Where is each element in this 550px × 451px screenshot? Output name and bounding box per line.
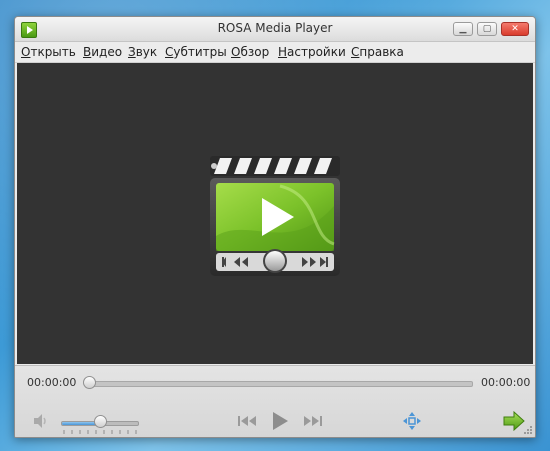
menu-subtitles[interactable]: Субтитры	[165, 45, 227, 59]
minimize-button[interactable]: ▁	[453, 22, 473, 36]
menu-settings[interactable]: Настройки	[278, 45, 346, 59]
maximize-icon: ▢	[482, 24, 492, 34]
fullscreen-icon[interactable]	[403, 412, 421, 430]
menu-audio[interactable]: Звук	[128, 45, 157, 59]
seek-handle[interactable]	[83, 376, 96, 389]
minimize-icon: ▁	[459, 24, 467, 34]
close-button[interactable]: ✕	[501, 22, 529, 36]
volume-ticks	[63, 430, 137, 434]
resize-grip-icon[interactable]	[521, 423, 533, 435]
rewind-icon[interactable]	[237, 414, 257, 428]
control-panel: 00:00:00 00:00:00	[15, 365, 535, 437]
seek-bar[interactable]	[87, 381, 473, 387]
fast-forward-icon[interactable]	[303, 414, 323, 428]
menu-help[interactable]: Справка	[351, 45, 404, 59]
media-player-window: ROSA Media Player ▁ ▢ ✕ Открыть Видео Зв…	[14, 16, 536, 438]
menu-video[interactable]: Видео	[83, 45, 122, 59]
menu-open[interactable]: Открыть	[21, 45, 76, 59]
clapperboard-logo-icon	[210, 156, 340, 276]
title-bar[interactable]: ROSA Media Player ▁ ▢ ✕	[15, 17, 535, 42]
speaker-icon[interactable]	[31, 412, 49, 430]
menu-browse[interactable]: Обзор	[231, 45, 269, 59]
total-time: 00:00:00	[481, 376, 531, 389]
close-icon: ✕	[511, 24, 519, 34]
menu-bar: Открыть Видео Звук Субтитры Обзор Настро…	[15, 42, 535, 63]
maximize-button[interactable]: ▢	[477, 22, 497, 36]
volume-handle[interactable]	[94, 415, 107, 428]
play-icon[interactable]	[271, 411, 289, 431]
current-time: 00:00:00	[27, 376, 77, 389]
video-display[interactable]	[17, 63, 533, 364]
